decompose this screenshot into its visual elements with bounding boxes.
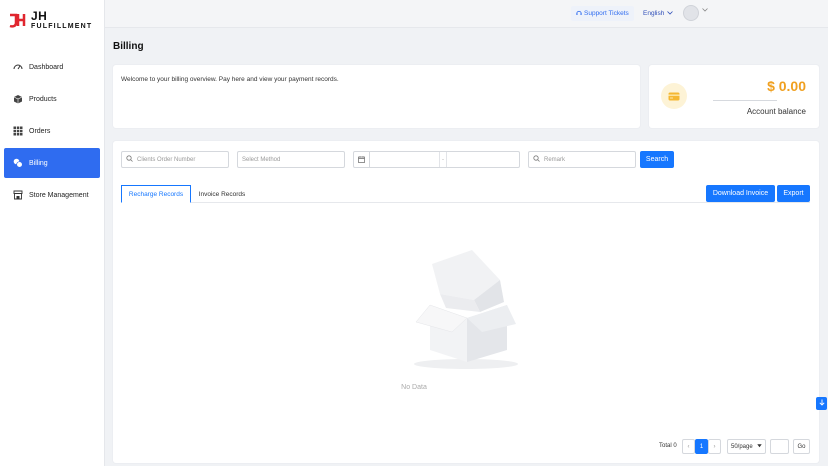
grid-icon	[13, 126, 23, 136]
method-placeholder: Select Method	[242, 156, 281, 163]
logo-sub-text: FULFILLMENT	[31, 23, 93, 30]
welcome-text: Welcome to your billing overview. Pay he…	[121, 76, 339, 83]
arrow-down-icon	[818, 399, 825, 408]
page-size-select[interactable]: 50/page	[727, 439, 766, 454]
gauge-icon	[13, 62, 23, 72]
box-icon	[13, 94, 23, 104]
page-number-current[interactable]: 1	[695, 439, 708, 454]
headset-icon	[576, 10, 582, 18]
pagination-total: Total 0	[659, 443, 677, 449]
language-selector[interactable]: English	[643, 6, 674, 21]
support-tickets-label: Support Tickets	[584, 10, 629, 17]
end-date-field[interactable]	[447, 152, 519, 167]
search-icon	[126, 155, 133, 164]
method-select[interactable]: Select Method	[237, 151, 345, 168]
sidebar-item-store-management[interactable]: Store Management	[4, 180, 100, 210]
sidebar-item-label: Dashboard	[29, 63, 64, 71]
top-header	[105, 0, 828, 28]
search-icon	[533, 155, 540, 164]
chevron-down-icon	[757, 443, 762, 450]
search-button[interactable]: Search	[640, 151, 674, 168]
start-date-field[interactable]	[370, 152, 439, 167]
welcome-card: Welcome to your billing overview. Pay he…	[113, 65, 640, 128]
sidebar-item-dashboard[interactable]: Dashboard	[4, 52, 100, 82]
coins-icon	[13, 158, 23, 168]
chevron-down-icon[interactable]	[702, 8, 708, 14]
tab-underline	[191, 202, 810, 203]
remark-placeholder: Remark	[544, 156, 566, 163]
tab-invoice-records[interactable]: Invoice Records	[193, 185, 251, 203]
tab-recharge-records[interactable]: Recharge Records	[121, 185, 191, 203]
brand-logo[interactable]: JH FULFILLMENT	[8, 10, 92, 30]
logo-mark-icon	[8, 11, 26, 29]
sidebar-item-label: Billing	[29, 159, 48, 167]
remark-input[interactable]: Remark	[528, 151, 636, 168]
sidebar-item-orders[interactable]: Orders	[4, 116, 100, 146]
next-page-button[interactable]: ›	[708, 439, 721, 454]
export-button[interactable]: Export	[777, 185, 810, 202]
scroll-down-button[interactable]	[816, 397, 827, 410]
sidebar-item-label: Store Management	[29, 191, 89, 199]
avatar[interactable]	[683, 5, 699, 21]
empty-box-illustration	[412, 250, 522, 375]
balance-label: Account balance	[746, 107, 806, 116]
sidebar-item-products[interactable]: Products	[4, 84, 100, 114]
store-icon	[13, 190, 23, 200]
logo-main-text: JH	[31, 9, 48, 23]
sidebar-item-label: Orders	[29, 127, 51, 135]
sidebar: JH FULFILLMENT Dashboard Products Orders	[0, 0, 105, 466]
sidebar-item-billing[interactable]: Billing	[4, 148, 100, 178]
no-data-text: No Data	[401, 384, 427, 391]
page-title: Billing	[113, 41, 144, 52]
download-invoice-button[interactable]: Download Invoice	[706, 185, 775, 202]
balance-card: $ 0.00 Account balance	[649, 65, 819, 128]
calendar-icon	[354, 152, 370, 167]
page-size-label: 50/page	[731, 443, 753, 450]
language-label: English	[643, 10, 665, 17]
sidebar-nav: Dashboard Products Orders Billing Store …	[4, 52, 100, 212]
sidebar-item-label: Products	[29, 95, 57, 103]
page-jump-input[interactable]	[770, 439, 789, 454]
order-number-placeholder: Clients Order Number	[137, 156, 196, 163]
balance-divider	[713, 100, 777, 101]
date-separator: -	[439, 152, 447, 167]
chevron-down-icon	[667, 10, 674, 17]
prev-page-button[interactable]: ‹	[682, 439, 695, 454]
support-tickets-button[interactable]: Support Tickets	[571, 6, 634, 21]
balance-amount: $ 0.00	[767, 78, 806, 94]
go-button[interactable]: Go	[793, 439, 810, 454]
credit-card-icon	[661, 83, 687, 109]
order-number-input[interactable]: Clients Order Number	[121, 151, 229, 168]
date-range-picker[interactable]: -	[353, 151, 520, 168]
